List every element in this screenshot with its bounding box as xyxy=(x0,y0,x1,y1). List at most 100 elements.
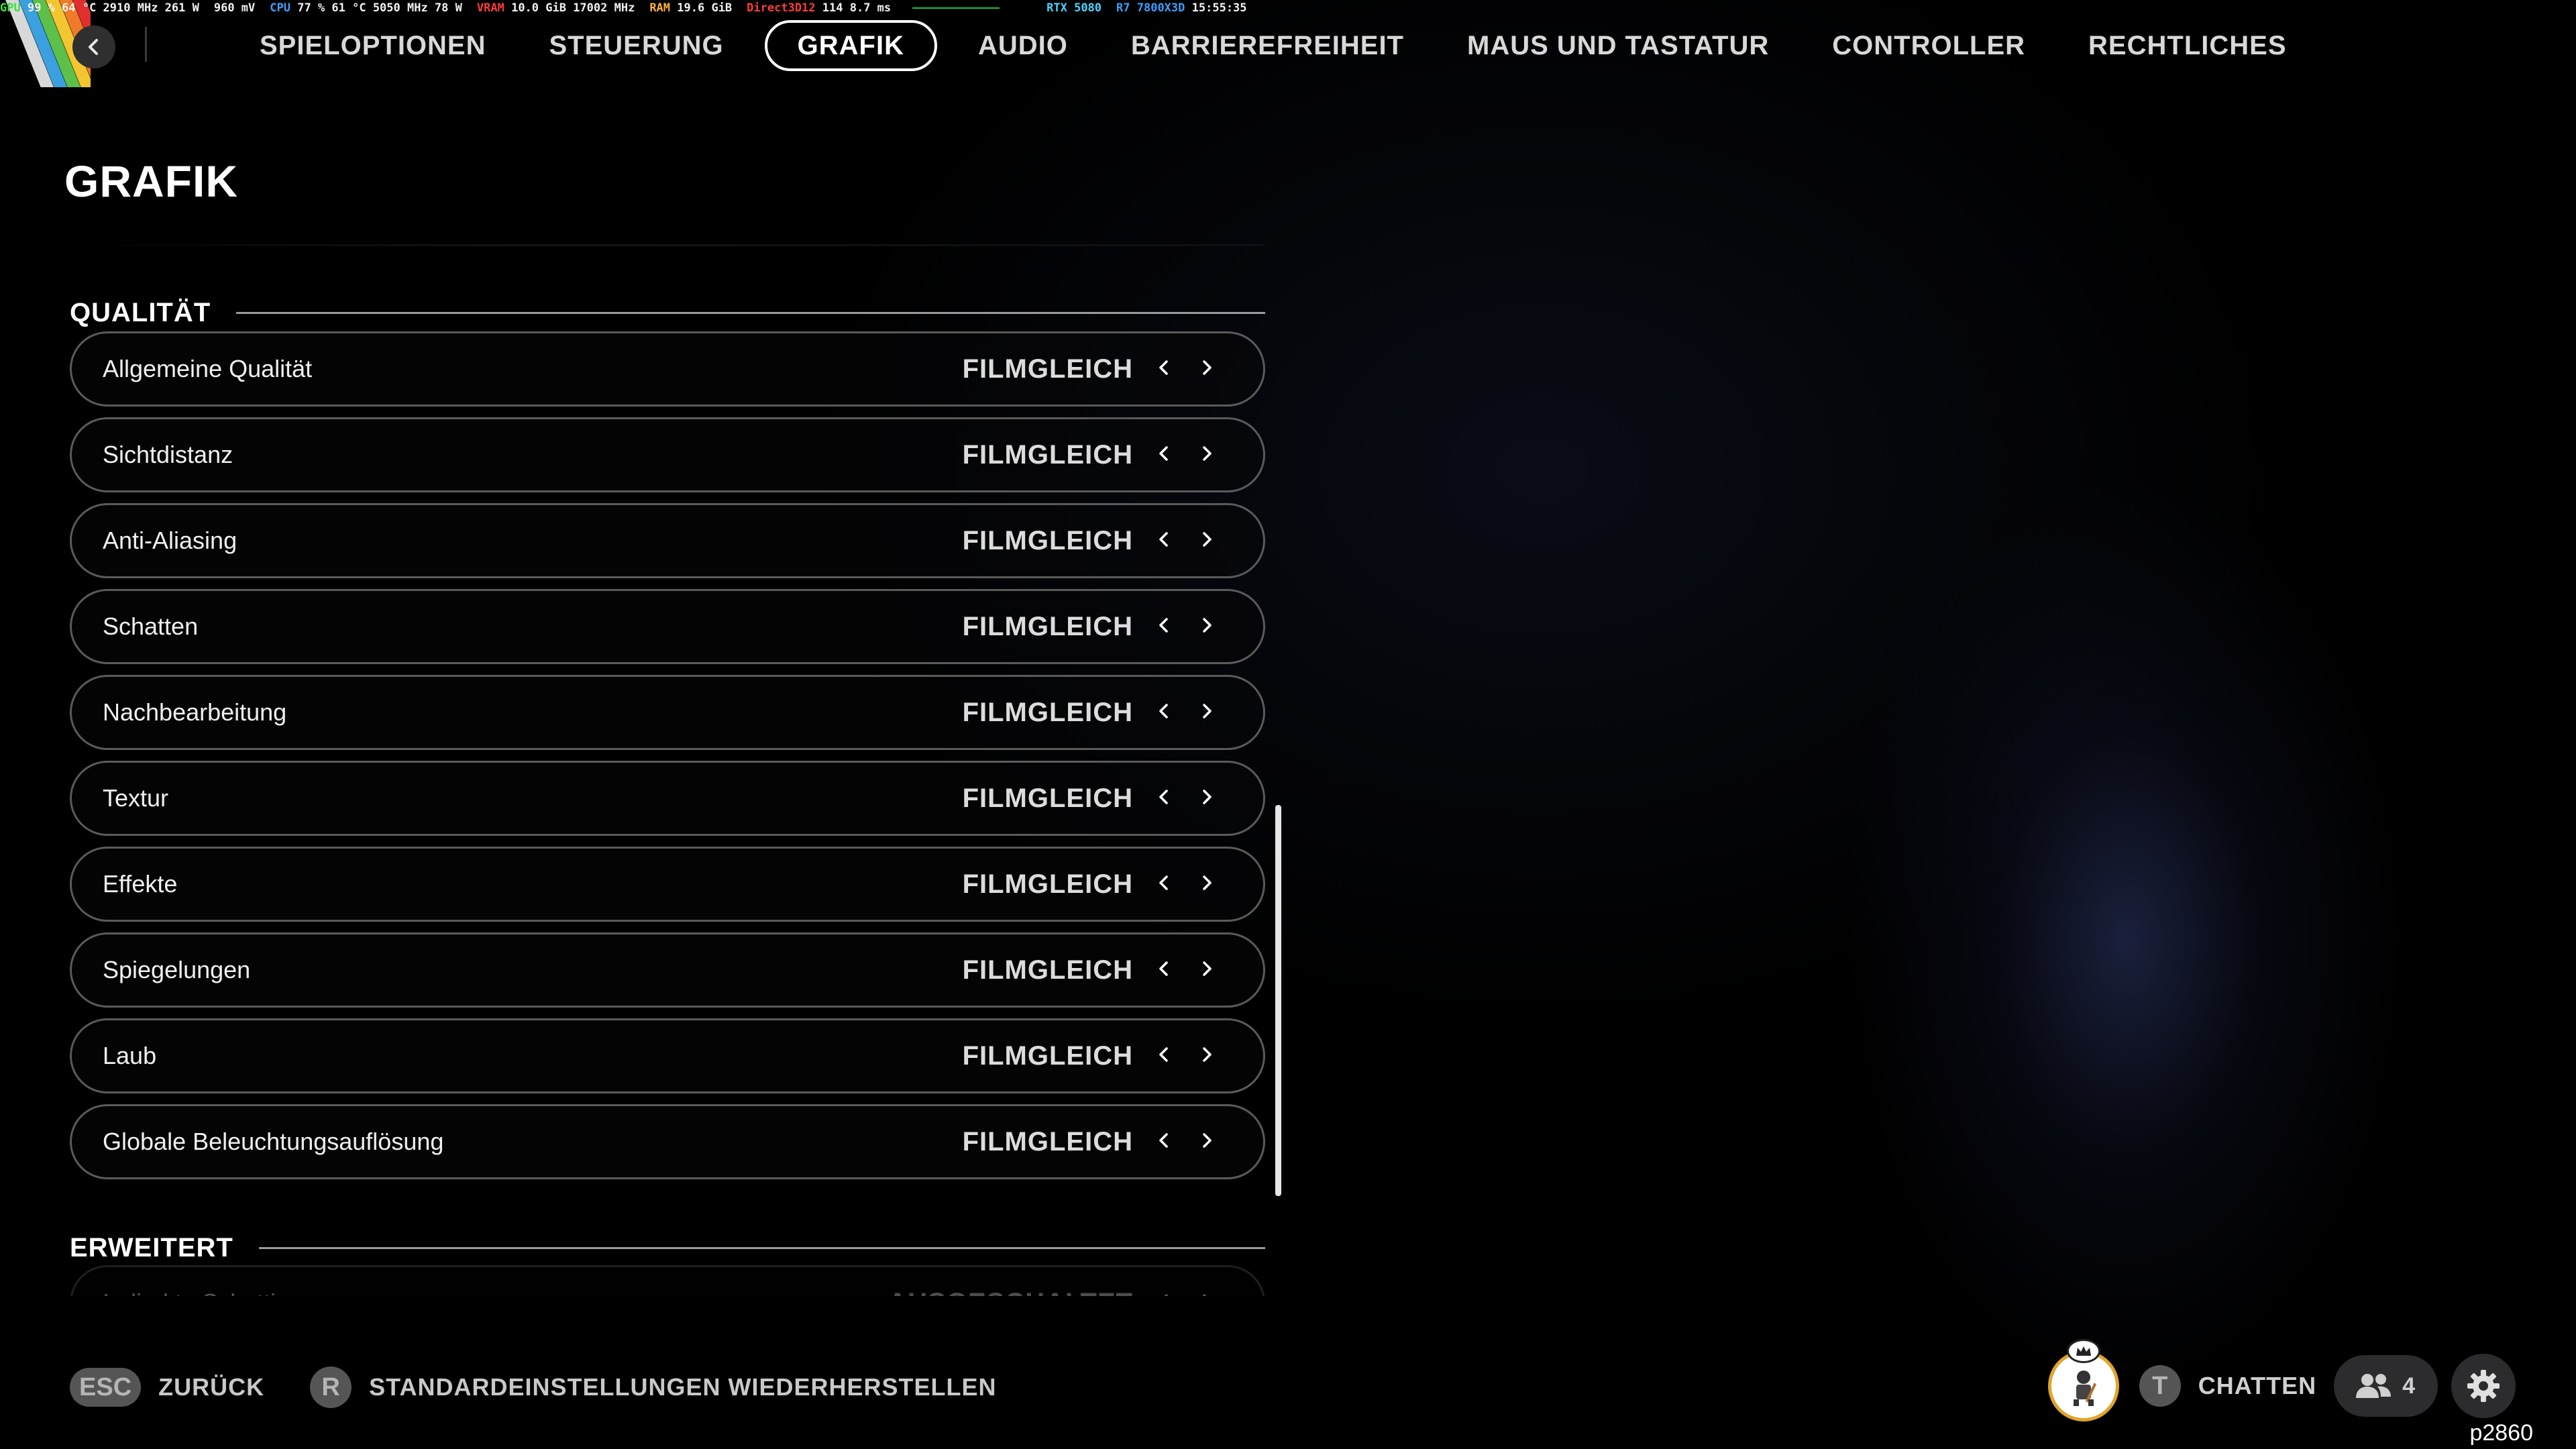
setting-label: Sichtdistanz xyxy=(103,441,233,468)
chevron-right-icon xyxy=(1199,1293,1215,1296)
gear-icon xyxy=(2467,1370,2500,1402)
nav-divider xyxy=(145,27,147,62)
people-icon xyxy=(2356,1374,2392,1398)
setting-row[interactable]: Laub FILMGLEICH xyxy=(70,1018,1265,1093)
section-header: ERWEITERT xyxy=(70,1228,1265,1268)
perf-segment: VRAM 10.0 GiB 17002 MHz xyxy=(477,1,635,15)
chevron-left-icon xyxy=(1156,616,1172,637)
next-option-button[interactable] xyxy=(1185,691,1228,734)
next-option-button[interactable] xyxy=(1185,1120,1228,1163)
next-option-button[interactable] xyxy=(1185,433,1228,476)
chevron-left-icon xyxy=(1156,531,1172,551)
setting-label: Indirekte Schattierung xyxy=(103,1289,888,1296)
back-hint-button[interactable]: ZURÜCK xyxy=(158,1373,264,1401)
tab-rechtliches[interactable]: RECHTLICHES xyxy=(2057,20,2318,71)
reset-defaults-button[interactable]: STANDARDEINSTELLUNGEN WIEDERHERSTELLEN xyxy=(369,1373,996,1401)
bottom-hints: ESC ZURÜCK R STANDARDEINSTELLUNGEN WIEDE… xyxy=(70,1366,996,1409)
setting-value: FILMGLEICH xyxy=(962,525,1133,555)
section-title: ERWEITERT xyxy=(70,1232,233,1263)
setting-label: Spiegelungen xyxy=(103,956,251,983)
setting-row[interactable]: Nachbearbeitung FILMGLEICH xyxy=(70,675,1265,750)
chevron-right-icon xyxy=(1199,531,1215,551)
perf-segment: 960 mV xyxy=(214,1,255,15)
setting-value: FILMGLEICH xyxy=(962,783,1133,813)
setting-row[interactable]: Spiegelungen FILMGLEICH xyxy=(70,932,1265,1008)
setting-row[interactable]: Indirekte SchattierungAUSGESCHALTET xyxy=(70,1265,1265,1296)
setting-value: FILMGLEICH xyxy=(962,697,1133,727)
perf-segment: RAM 19.6 GiB xyxy=(649,1,732,15)
back-button[interactable] xyxy=(72,25,115,68)
social-bar: T CHATTEN 4 xyxy=(2047,1339,2516,1433)
prev-option-button[interactable] xyxy=(1142,949,1185,991)
chevron-left-icon xyxy=(1156,1132,1172,1152)
performance-overlay: GPU 99 % 64 °C 2910 MHz 261 W 960 mV CPU 7… xyxy=(0,0,1262,16)
next-option-button[interactable] xyxy=(1185,777,1228,820)
friends-button[interactable]: 4 xyxy=(2334,1355,2438,1417)
prev-option-button[interactable] xyxy=(1142,691,1185,734)
prev-option-button[interactable] xyxy=(1142,433,1185,476)
tab-steuerung[interactable]: STEUERUNG xyxy=(518,20,755,71)
setting-label: Laub xyxy=(103,1042,157,1069)
prev-option-button[interactable] xyxy=(1142,1034,1185,1077)
prev-option-button[interactable] xyxy=(1142,347,1185,390)
chevron-right-icon xyxy=(1199,1132,1215,1152)
chevron-right-icon xyxy=(1199,874,1215,894)
setting-value: FILMGLEICH xyxy=(962,354,1133,384)
prev-option-button[interactable] xyxy=(1142,777,1185,820)
tab-grafik[interactable]: GRAFIK xyxy=(764,20,937,71)
setting-label: Textur xyxy=(103,784,169,812)
next-option-button[interactable] xyxy=(1185,605,1228,648)
next-option-button[interactable] xyxy=(1185,863,1228,906)
chevron-left-icon xyxy=(1156,1293,1172,1296)
tab-spieloptionen[interactable]: SPIELOPTIONEN xyxy=(228,20,518,71)
build-code: p2860 xyxy=(2469,1420,2533,1446)
next-option-button[interactable] xyxy=(1185,347,1228,390)
prev-option-button[interactable] xyxy=(1142,1281,1185,1296)
setting-label: Allgemeine Qualität xyxy=(103,355,313,382)
tab-audio[interactable]: AUDIO xyxy=(947,20,1099,71)
prev-option-button[interactable] xyxy=(1142,863,1185,906)
next-option-button[interactable] xyxy=(1185,949,1228,991)
next-option-button[interactable] xyxy=(1185,1281,1228,1296)
setting-row[interactable]: Allgemeine Qualität FILMGLEICH xyxy=(70,331,1265,407)
perf-value: 99 % 64 °C 2910 MHz 261 W xyxy=(27,1,199,15)
setting-row[interactable]: Schatten FILMGLEICH xyxy=(70,589,1265,664)
perf-segment: GPU 99 % 64 °C 2910 MHz 261 W xyxy=(0,1,199,15)
setting-value: FILMGLEICH xyxy=(962,1040,1133,1071)
settings-tabs: SPIELOPTIONEN STEUERUNG GRAFIK AUDIO BARRIER… xyxy=(228,17,2318,74)
setting-row[interactable]: Textur FILMGLEICH xyxy=(70,761,1265,836)
section-divider xyxy=(236,311,1265,314)
perf-segment: CPU 77 % 61 °C 5050 MHz 78 W xyxy=(270,1,462,15)
perf-value: 19.6 GiB xyxy=(677,1,733,15)
settings-button[interactable] xyxy=(2451,1354,2516,1418)
setting-value: FILMGLEICH xyxy=(962,611,1133,641)
next-option-button[interactable] xyxy=(1185,519,1228,562)
title-divider xyxy=(64,244,1265,246)
setting-value: AUSGESCHALTET xyxy=(888,1288,1133,1297)
prev-option-button[interactable] xyxy=(1142,605,1185,648)
scrollbar-thumb[interactable] xyxy=(1275,805,1281,1196)
next-option-button[interactable] xyxy=(1185,1034,1228,1077)
chevron-left-icon xyxy=(1156,359,1172,379)
prev-option-button[interactable] xyxy=(1142,1120,1185,1163)
avatar[interactable] xyxy=(2047,1339,2119,1421)
perf-value: 15:55:35 xyxy=(1191,1,1247,15)
setting-row[interactable]: Effekte FILMGLEICH xyxy=(70,847,1265,922)
perf-label: R7 7800X3D xyxy=(1116,1,1185,15)
setting-row[interactable]: Globale Beleuchtungsauflösung FILMGLEICH xyxy=(70,1104,1265,1179)
chevron-left-icon xyxy=(89,39,98,55)
settings-list[interactable]: QUALITÄT Allgemeine Qualität FILMGLEICH Sic… xyxy=(0,262,1301,1296)
tab-barrierefreiheit[interactable]: BARRIEREFREIHEIT xyxy=(1099,20,1436,71)
prev-option-button[interactable] xyxy=(1142,519,1185,562)
setting-row[interactable]: Sichtdistanz FILMGLEICH xyxy=(70,417,1265,492)
section-header: QUALITÄT xyxy=(70,292,1265,333)
chevron-left-icon xyxy=(1156,1046,1172,1066)
setting-row[interactable]: Anti-Aliasing FILMGLEICH xyxy=(70,503,1265,578)
setting-label: Globale Beleuchtungsauflösung xyxy=(103,1128,444,1155)
chevron-right-icon xyxy=(1199,702,1215,722)
r-key-badge: R xyxy=(310,1366,352,1408)
tab-maus-und-tastatur[interactable]: MAUS UND TASTATUR xyxy=(1436,20,1801,71)
perf-segment: RTX 5080 xyxy=(1046,1,1102,15)
tab-controller[interactable]: CONTROLLER xyxy=(1801,20,2057,71)
chat-button[interactable]: CHATTEN xyxy=(2198,1372,2316,1400)
